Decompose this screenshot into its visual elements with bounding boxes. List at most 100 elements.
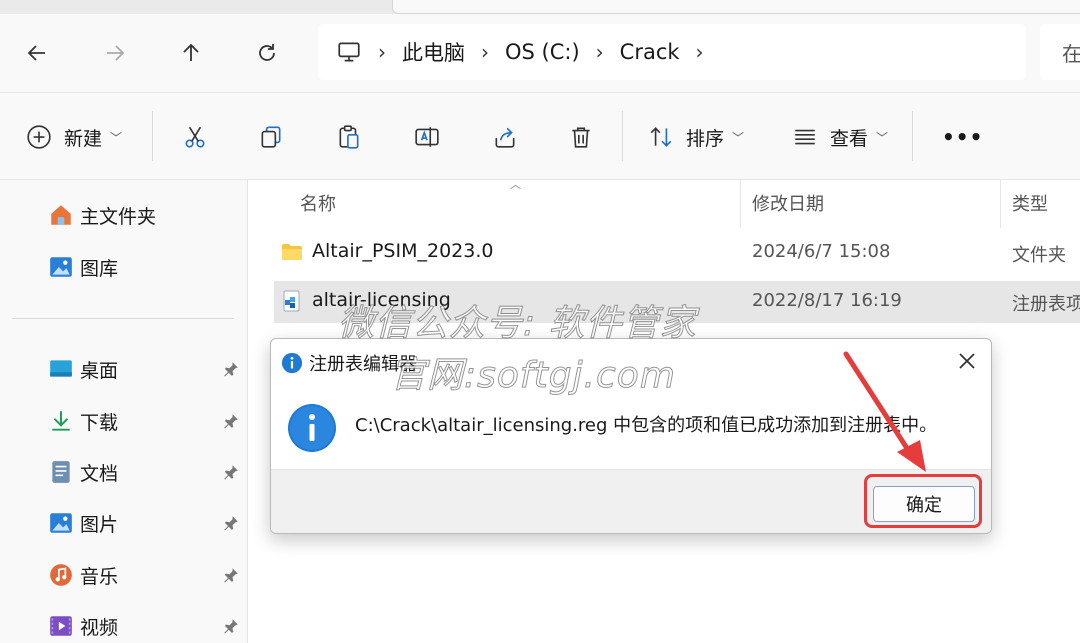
sidebar-item-label: 主文件夹	[80, 205, 157, 228]
chevron-right-icon[interactable]: ›	[481, 40, 489, 64]
sidebar-item-label: 桌面	[80, 359, 119, 382]
chevron-right-icon[interactable]: ›	[378, 40, 386, 64]
pin-icon[interactable]	[222, 514, 240, 532]
cut-button[interactable]	[182, 121, 208, 153]
refresh-icon	[259, 44, 275, 61]
toolbar-divider	[152, 111, 153, 161]
view-list-icon	[795, 129, 815, 145]
toolbar-divider	[622, 111, 623, 161]
copy-button[interactable]	[258, 121, 284, 153]
sort-label: 排序	[686, 127, 725, 150]
pin-icon[interactable]	[222, 412, 240, 430]
back-button[interactable]	[20, 36, 54, 70]
toolbar-divider	[912, 111, 913, 161]
sidebar-item-label: 图片	[80, 513, 119, 536]
rename-icon	[415, 127, 439, 147]
dialog-message: C:\Crack\altair_licensing.reg 中包含的项和值已成功…	[355, 415, 938, 436]
paste-icon	[339, 125, 359, 149]
info-icon	[288, 404, 336, 452]
document-icon	[52, 461, 70, 483]
column-header-date[interactable]: 修改日期	[752, 190, 824, 216]
table-row[interactable]: Altair_PSIM_2023.0 2024/6/7 15:08 文件夹	[274, 232, 1080, 274]
download-icon	[52, 411, 70, 431]
pin-icon[interactable]	[222, 566, 240, 584]
pin-icon[interactable]	[222, 360, 240, 378]
trash-icon	[572, 127, 590, 148]
column-header-name[interactable]: 名称	[300, 190, 336, 216]
sidebar-item-pictures[interactable]: 图片	[48, 508, 248, 538]
forward-button[interactable]	[98, 36, 132, 70]
breadcrumb-crack[interactable]: Crack	[620, 40, 680, 64]
paste-button[interactable]	[336, 121, 362, 153]
file-type: 文件夹	[1012, 245, 1066, 266]
chevron-right-icon[interactable]: ›	[696, 40, 704, 64]
up-button[interactable]	[174, 36, 208, 70]
sidebar-item-music[interactable]: 音乐	[48, 560, 248, 590]
delete-button[interactable]	[568, 121, 594, 153]
gallery-icon	[50, 257, 72, 277]
sort-ascending-icon: ︿	[510, 178, 521, 191]
breadcrumb-os-c[interactable]: OS (C:)	[505, 40, 580, 64]
column-divider[interactable]	[1000, 180, 1001, 228]
more-options-button[interactable]: •••	[942, 121, 983, 153]
arrow-right-icon	[107, 45, 125, 61]
copy-icon	[261, 126, 281, 148]
sidebar-item-label: 下载	[80, 411, 119, 434]
new-label: 新建	[64, 127, 103, 150]
sidebar-divider	[12, 318, 234, 319]
sort-button[interactable]: 排序 ﹀	[648, 121, 744, 153]
file-type: 注册表项	[1012, 294, 1080, 315]
chevron-down-icon: ﹀	[876, 130, 889, 145]
music-icon	[50, 564, 72, 586]
pin-icon[interactable]	[222, 463, 240, 481]
navigation-pane: 主文件夹 图库 桌面 下载 文档 图片 音乐 视频	[0, 180, 248, 643]
rename-button[interactable]	[414, 121, 440, 153]
arrow-left-icon	[27, 45, 45, 61]
home-icon	[51, 205, 71, 225]
video-icon	[50, 616, 72, 636]
scissors-icon	[185, 126, 205, 148]
computer-icon	[338, 42, 360, 62]
file-name: Altair_PSIM_2023.0	[312, 240, 494, 262]
column-header-type[interactable]: 类型	[1012, 190, 1048, 216]
search-box[interactable]: 在	[1040, 24, 1080, 80]
share-button[interactable]	[492, 121, 518, 153]
sidebar-item-documents[interactable]: 文档	[48, 457, 248, 487]
address-bar[interactable]: › 此电脑 › OS (C:) › Crack ›	[318, 24, 1026, 80]
sidebar-item-videos[interactable]: 视频	[48, 611, 248, 641]
sidebar-item-gallery[interactable]: 图库	[48, 252, 248, 282]
arrow-up-icon	[183, 43, 199, 61]
registry-file-icon	[283, 290, 300, 312]
title-strip	[0, 0, 1080, 14]
view-label: 查看	[830, 127, 869, 150]
sidebar-item-label: 图库	[80, 257, 119, 280]
refresh-button[interactable]	[250, 36, 284, 70]
plus-circle-icon	[27, 125, 51, 149]
sort-icon	[650, 127, 672, 147]
breadcrumb-this-pc[interactable]: 此电脑	[402, 37, 465, 67]
share-icon	[495, 127, 515, 148]
command-bar: 新建 ﹀ 排序 ﹀ 查看 ﹀ •••	[0, 92, 1080, 180]
chevron-down-icon: ﹀	[732, 130, 745, 145]
pin-icon[interactable]	[222, 617, 240, 635]
watermark-line-1: 微信公众号: 软件管家	[338, 303, 697, 345]
sidebar-item-downloads[interactable]: 下载	[48, 406, 248, 436]
sidebar-item-label: 视频	[80, 616, 119, 639]
file-date: 2022/8/17 16:19	[752, 290, 902, 311]
sidebar-item-label: 音乐	[80, 565, 119, 588]
highlight-box	[864, 474, 982, 528]
new-button[interactable]: 新建 ﹀	[26, 121, 122, 153]
pictures-icon	[50, 513, 72, 533]
file-date: 2024/6/7 15:08	[752, 241, 891, 262]
chevron-right-icon[interactable]: ›	[596, 40, 604, 64]
close-icon[interactable]	[955, 349, 979, 373]
view-button[interactable]: 查看 ﹀	[792, 121, 888, 153]
sidebar-item-home[interactable]: 主文件夹	[48, 200, 248, 230]
folder-icon	[282, 244, 302, 260]
chevron-down-icon: ﹀	[110, 130, 123, 145]
info-icon	[281, 352, 303, 374]
watermark-line-2: 官网:softgj.com	[390, 355, 676, 397]
tab-edge	[392, 0, 1080, 14]
sidebar-item-desktop[interactable]: 桌面	[48, 354, 248, 384]
column-divider[interactable]	[740, 180, 741, 228]
